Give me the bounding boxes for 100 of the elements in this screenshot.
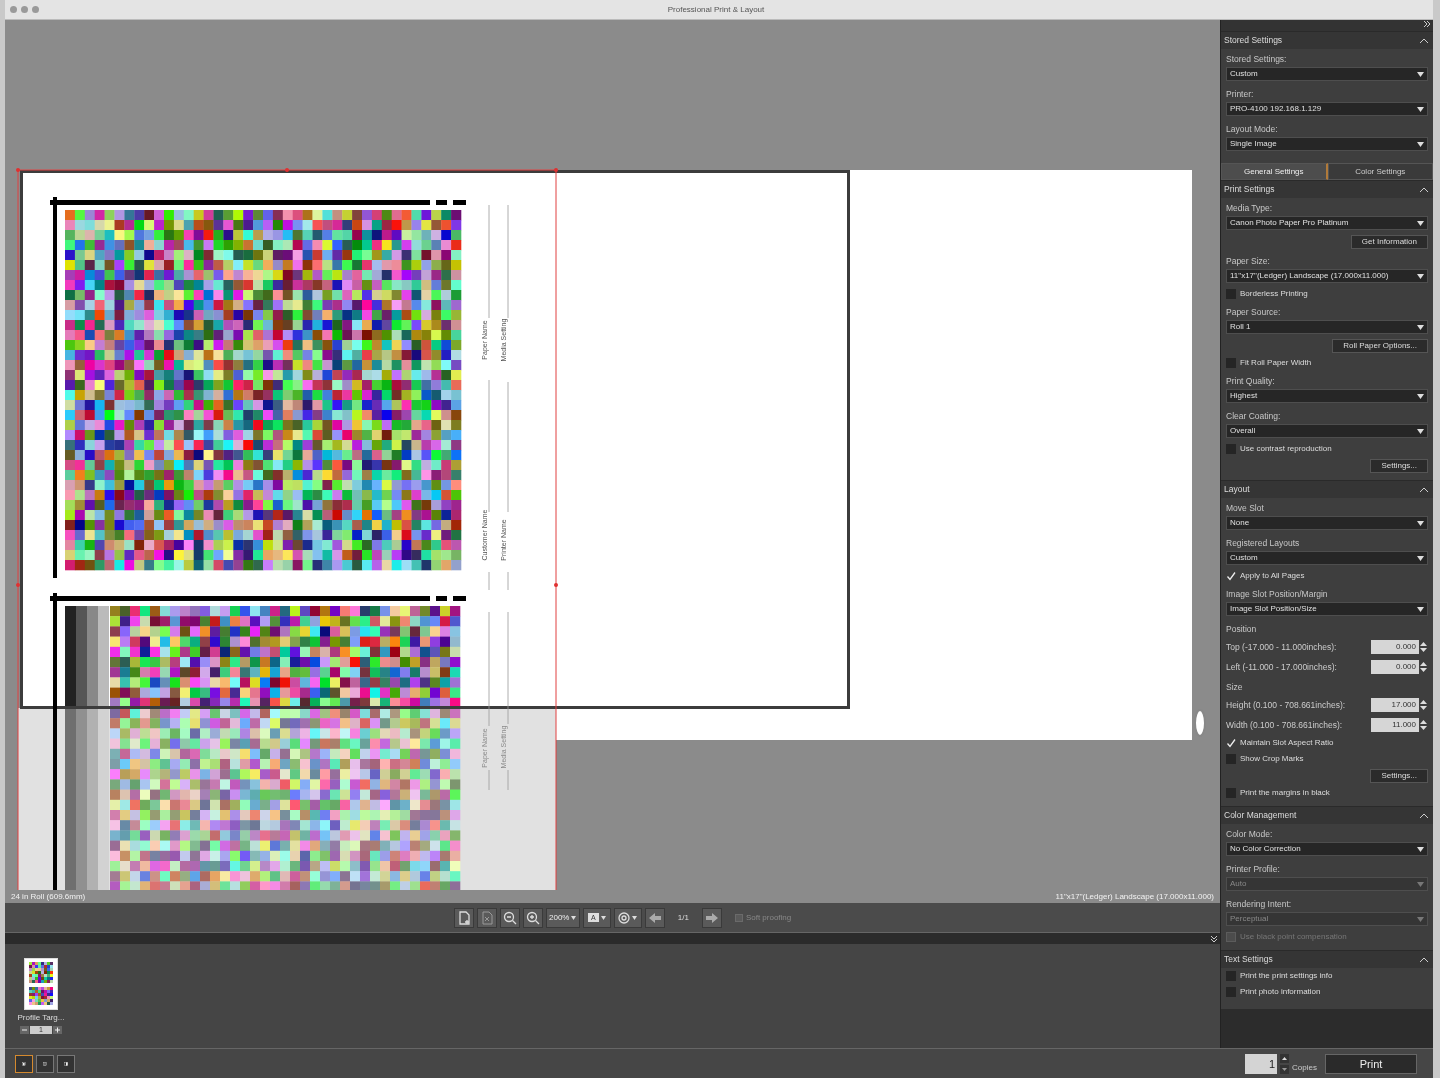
dropdown-arrow-icon bbox=[1417, 520, 1424, 526]
print-button[interactable]: Print bbox=[1325, 1053, 1417, 1074]
add-page-icon bbox=[456, 910, 471, 925]
left-arrow-icon bbox=[647, 910, 662, 925]
caret-icon bbox=[571, 915, 577, 920]
dropdown-arrow-icon bbox=[1417, 106, 1424, 112]
field-label: Position bbox=[1226, 623, 1258, 636]
dropdown[interactable]: None bbox=[1226, 516, 1428, 530]
view-mode-button[interactable] bbox=[15, 1054, 33, 1073]
plus-icon bbox=[53, 1026, 62, 1034]
dropdown-arrow-icon bbox=[1417, 881, 1424, 887]
field-label: Rendering Intent: bbox=[1226, 898, 1293, 911]
field-label: Printer Profile: bbox=[1226, 863, 1281, 876]
expand-icon bbox=[1423, 20, 1431, 28]
checkbox-option[interactable]: Maintain Slot Aspect Ratio bbox=[1226, 735, 1428, 751]
dropdown[interactable]: Overall bbox=[1226, 424, 1428, 438]
field-label: Clear Coating: bbox=[1226, 410, 1282, 423]
zoom-in-button[interactable] bbox=[522, 907, 543, 928]
field-label: Height (0.100 - 708.661inches): bbox=[1226, 698, 1347, 712]
field-label: Move Slot bbox=[1226, 502, 1265, 515]
minus-icon bbox=[20, 1026, 29, 1034]
field-label: Print Quality: bbox=[1226, 375, 1276, 388]
copies-label: Copies bbox=[1292, 1061, 1317, 1074]
field-label: Media Type: bbox=[1226, 202, 1274, 215]
field-label: Printer: bbox=[1226, 88, 1255, 101]
settings-tab[interactable]: Color Settings bbox=[1327, 163, 1433, 180]
field-label: Left (-11.000 - 17.000inches): bbox=[1226, 660, 1338, 674]
dropdown[interactable]: Custom bbox=[1226, 551, 1428, 565]
delete-page-icon bbox=[479, 910, 494, 925]
field-label: Registered Layouts bbox=[1226, 537, 1301, 550]
view-mode-button[interactable] bbox=[36, 1054, 54, 1073]
add-page-button[interactable] bbox=[453, 907, 474, 928]
page-counter: 1/1 bbox=[676, 911, 690, 924]
panel-button[interactable]: Get Information bbox=[1350, 235, 1428, 249]
panel-button[interactable]: Settings... bbox=[1370, 769, 1428, 783]
number-field[interactable]: 11.000 bbox=[1371, 718, 1419, 732]
section-title: Color Management bbox=[1224, 809, 1297, 822]
window-title: Professional Print & Layout bbox=[666, 3, 766, 16]
zoom-out-icon bbox=[502, 910, 517, 925]
panel-button[interactable]: Settings... bbox=[1370, 459, 1428, 473]
field-label: Layout Mode: bbox=[1226, 123, 1279, 136]
settings-tab[interactable]: General Settings bbox=[1221, 163, 1328, 180]
number-field[interactable]: 17.000 bbox=[1371, 698, 1419, 712]
dropdown-arrow-icon bbox=[1417, 71, 1424, 77]
checkbox-option[interactable]: Print the margins in black bbox=[1226, 785, 1428, 801]
checkbox-option[interactable]: Use contrast reproduction bbox=[1226, 441, 1428, 457]
zoom-dropdown[interactable]: 200% bbox=[545, 907, 580, 928]
left-arrow-button[interactable] bbox=[644, 907, 665, 928]
zoom-out-button[interactable] bbox=[499, 907, 520, 928]
dropdown[interactable]: PRO-4100 192.168.1.129 bbox=[1226, 102, 1428, 116]
panel-button[interactable]: Roll Paper Options... bbox=[1332, 339, 1428, 353]
number-field[interactable]: 0.000 bbox=[1371, 660, 1419, 674]
right-arrow-button[interactable] bbox=[701, 907, 722, 928]
dropdown[interactable]: Roll 1 bbox=[1226, 320, 1428, 334]
dropdown[interactable]: Image Slot Position/Size bbox=[1226, 602, 1428, 616]
paper-size-label: 11"x17"(Ledger) Landscape (17.000x11.000) bbox=[1055, 890, 1214, 903]
dropdown[interactable]: Custom bbox=[1226, 67, 1428, 81]
delete-page-button[interactable] bbox=[476, 907, 497, 928]
zoom-in-icon bbox=[525, 910, 540, 925]
dropdown-arrow-icon bbox=[1417, 428, 1424, 434]
checkbox-option[interactable]: Fit Roll Paper Width bbox=[1226, 355, 1428, 371]
dropdown-arrow-icon bbox=[1417, 555, 1424, 561]
right-arrow-icon bbox=[704, 910, 719, 925]
stepper-icon bbox=[1280, 1053, 1290, 1074]
checkbox-option[interactable]: Apply to All Pages bbox=[1226, 568, 1428, 584]
dropdown[interactable]: Single Image bbox=[1226, 137, 1428, 151]
caret-icon bbox=[600, 915, 606, 920]
dropdown[interactable]: Highest bbox=[1226, 389, 1428, 403]
number-field[interactable]: 0.000 bbox=[1371, 640, 1419, 654]
field-label: Paper Source: bbox=[1226, 306, 1282, 319]
target-dropdown[interactable] bbox=[613, 907, 642, 928]
roll-end-icon bbox=[1194, 709, 1206, 737]
dropdown[interactable]: No Color Correction bbox=[1226, 842, 1428, 856]
field-label: Color Mode: bbox=[1226, 828, 1274, 841]
field-label: Image Slot Position/Margin bbox=[1226, 588, 1329, 601]
dropdown-arrow-icon bbox=[1417, 220, 1424, 226]
field-label: Width (0.100 - 708.661inches): bbox=[1226, 718, 1344, 732]
section-title: Layout bbox=[1224, 483, 1250, 496]
checkbox-option[interactable]: Show Crop Marks bbox=[1226, 751, 1428, 767]
roll-size-label: 24 in Roll (609.6mm) bbox=[11, 890, 86, 903]
dropdown-arrow-icon bbox=[1417, 393, 1424, 399]
dropdown-arrow-icon bbox=[1417, 606, 1424, 612]
dropdown-arrow-icon bbox=[1417, 846, 1424, 852]
dropdown-arrow-icon bbox=[1417, 916, 1424, 922]
dropdown-arrow-icon bbox=[1417, 141, 1424, 147]
field-label: Top (-17.000 - 11.000inches): bbox=[1226, 640, 1338, 654]
dropdown[interactable]: Canon Photo Paper Pro Platinum bbox=[1226, 216, 1428, 230]
checkbox-option[interactable]: Print photo information bbox=[1226, 984, 1428, 1000]
checkbox-option[interactable]: Print the print settings info bbox=[1226, 968, 1428, 984]
page-thumbnail[interactable] bbox=[24, 958, 58, 1010]
field-label: Paper Size: bbox=[1226, 255, 1271, 268]
field-label: Size bbox=[1226, 681, 1244, 694]
view-mode-button[interactable] bbox=[57, 1054, 75, 1073]
copies-field[interactable]: 1 bbox=[1245, 1053, 1278, 1074]
caret-icon bbox=[632, 915, 638, 920]
dropdown[interactable]: 11"x17"(Ledger) Landscape (17.000x11.000) bbox=[1226, 269, 1428, 283]
dropdown-arrow-icon bbox=[1417, 273, 1424, 279]
section-title: Print Settings bbox=[1224, 183, 1275, 196]
dropdown-arrow-icon bbox=[1417, 324, 1424, 330]
checkbox-option[interactable]: Borderless Printing bbox=[1226, 286, 1428, 302]
